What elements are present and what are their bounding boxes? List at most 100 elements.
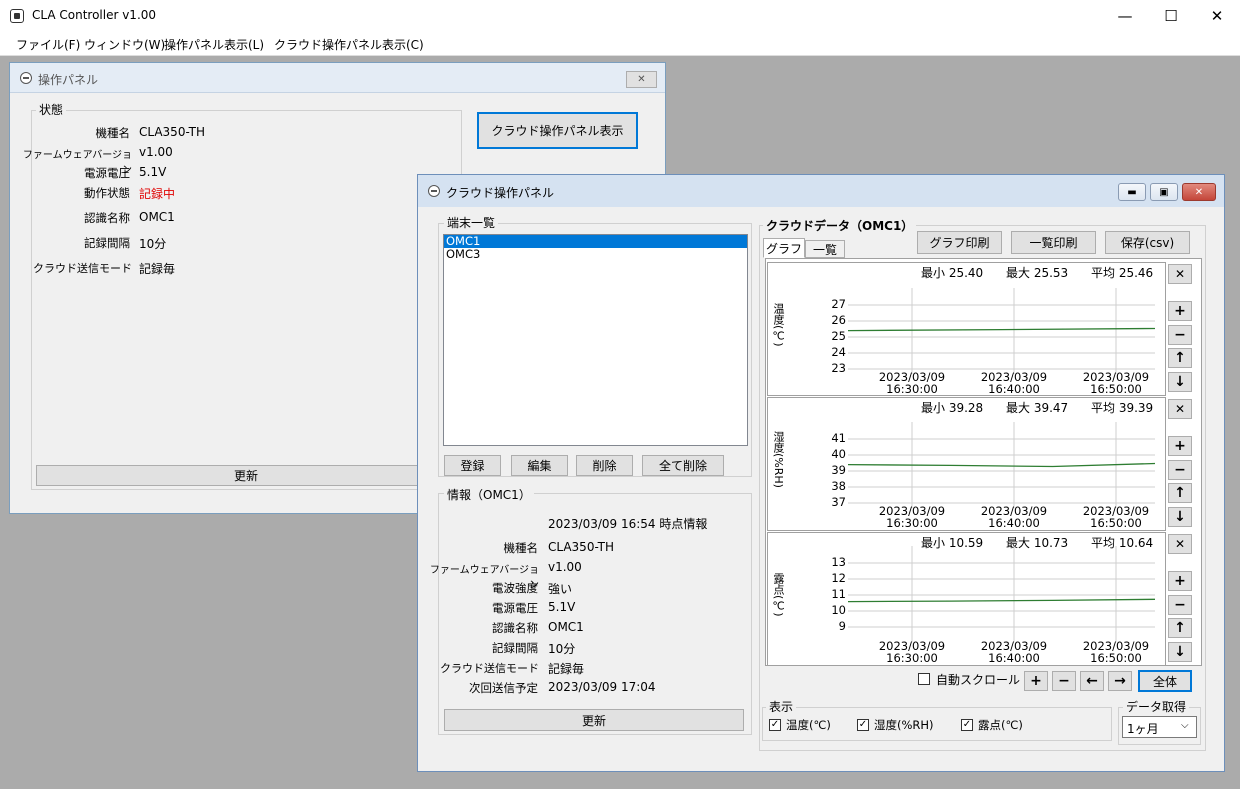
y-tick-label: 26 <box>831 313 846 327</box>
graph2-zoom-out-button[interactable]: − <box>1168 460 1192 480</box>
operation-panel-titlebar <box>10 63 665 93</box>
register-button[interactable]: 登録 <box>444 455 501 476</box>
cloud-panel-icon <box>428 185 440 197</box>
list-item[interactable]: OMC1 <box>444 235 747 248</box>
graph2-zoom-in-button[interactable]: + <box>1168 436 1192 456</box>
field-value: CLA350-TH <box>139 125 206 139</box>
temperature-plot <box>848 288 1155 374</box>
info-label: 認識名称 <box>492 621 538 635</box>
tab-list[interactable]: 一覧 <box>805 240 845 258</box>
menu-operation-panel[interactable]: 操作パネル表示(L) <box>164 36 264 53</box>
stat-avg: 平均 25.46 <box>1091 266 1154 280</box>
save-csv-button[interactable]: 保存(csv) <box>1105 231 1190 254</box>
y-tick-label: 39 <box>831 463 846 477</box>
graph1-zoom-in-button[interactable]: + <box>1168 301 1192 321</box>
check-icon: ✓ <box>858 719 868 730</box>
menu-file[interactable]: ファイル(F) <box>16 36 80 53</box>
y-axis-label: 温度(℃) <box>772 303 785 347</box>
minimize-button[interactable]: — <box>1102 0 1148 32</box>
graph3-down-button[interactable]: ↓ <box>1168 642 1192 662</box>
status-group-label: 状態 <box>36 101 67 118</box>
graph3-zoom-in-button[interactable]: + <box>1168 571 1192 591</box>
fetch-group-label: データ取得 <box>1123 698 1190 715</box>
field-label: クラウド送信モード <box>33 262 132 275</box>
humidity-checkbox[interactable]: ✓ <box>857 719 869 731</box>
x-tick-label: 2023/03/09 16:40:00 <box>980 370 1048 396</box>
graph3-close-button[interactable]: ✕ <box>1168 534 1192 554</box>
delete-button[interactable]: 削除 <box>576 455 633 476</box>
y-tick-label: 41 <box>831 431 846 445</box>
nav-minus-button[interactable]: − <box>1052 671 1076 691</box>
cloud-panel-title: クラウド操作パネル <box>446 186 555 200</box>
cloud-panel-button[interactable]: クラウド操作パネル表示 <box>477 112 638 149</box>
nav-right-button[interactable]: → <box>1108 671 1132 691</box>
humidity-checkbox-label: 湿度(%RH) <box>874 718 934 732</box>
x-tick-label: 2023/03/09 16:30:00 <box>878 370 946 396</box>
edit-button[interactable]: 編集 <box>511 455 568 476</box>
operation-panel-title: 操作パネル <box>38 73 99 87</box>
graph3-zoom-out-button[interactable]: − <box>1168 595 1192 615</box>
terminal-group-label: 端末一覧 <box>444 214 499 231</box>
y-axis-label: 露点(℃) <box>772 573 785 617</box>
graph3-up-button[interactable]: ↑ <box>1168 618 1192 638</box>
operation-panel-update-button[interactable]: 更新 <box>36 465 456 486</box>
info-value: v1.00 <box>548 560 582 574</box>
graph1-up-button[interactable]: ↑ <box>1168 348 1192 368</box>
check-icon: ✓ <box>770 719 780 730</box>
nav-left-button[interactable]: ← <box>1080 671 1104 691</box>
auto-scroll-checkbox[interactable] <box>918 673 930 685</box>
view-all-button[interactable]: 全体 <box>1138 670 1192 692</box>
graph1-zoom-out-button[interactable]: − <box>1168 325 1192 345</box>
y-tick-label: 24 <box>831 345 846 359</box>
info-value: OMC1 <box>548 620 584 634</box>
list-print-button[interactable]: 一覧印刷 <box>1011 231 1096 254</box>
field-label: 動作状態 <box>84 186 130 200</box>
cloud-restore-button[interactable]: ▣ <box>1150 183 1178 201</box>
nav-plus-button[interactable]: + <box>1024 671 1048 691</box>
temperature-checkbox[interactable]: ✓ <box>769 719 781 731</box>
x-tick-label: 2023/03/09 16:50:00 <box>1082 639 1150 665</box>
graph1-down-button[interactable]: ↓ <box>1168 372 1192 392</box>
temperature-series-line <box>848 327 1155 332</box>
cloud-update-button[interactable]: 更新 <box>444 709 744 731</box>
y-tick-label: 11 <box>831 587 846 601</box>
field-value: 10分 <box>139 237 167 251</box>
maximize-button[interactable]: ☐ <box>1148 0 1194 32</box>
temperature-checkbox-label: 温度(℃) <box>786 718 831 732</box>
close-button[interactable]: ✕ <box>1194 0 1240 32</box>
x-tick-label: 2023/03/09 16:30:00 <box>878 639 946 665</box>
x-tick-label: 2023/03/09 16:50:00 <box>1082 504 1150 530</box>
dewpoint-checkbox[interactable]: ✓ <box>961 719 973 731</box>
stat-avg: 平均 39.39 <box>1091 401 1154 415</box>
y-tick-label: 12 <box>831 571 846 585</box>
info-value: 2023/03/09 17:04 <box>548 680 656 694</box>
y-axis-label: 湿度(%RH) <box>772 431 785 488</box>
graph2-down-button[interactable]: ↓ <box>1168 507 1192 527</box>
recording-status: 記録中 <box>139 187 176 201</box>
list-item[interactable]: OMC3 <box>444 248 747 261</box>
y-tick-label: 10 <box>831 603 846 617</box>
y-tick-label: 25 <box>831 329 846 343</box>
cloud-close-button[interactable]: ✕ <box>1182 183 1216 201</box>
app-title: CLA Controller v1.00 <box>32 8 157 22</box>
graph1-close-button[interactable]: ✕ <box>1168 264 1192 284</box>
graph2-close-button[interactable]: ✕ <box>1168 399 1192 419</box>
info-group-label: 情報（OMC1） <box>444 486 534 503</box>
info-value: 10分 <box>548 642 576 656</box>
operation-panel-close-button[interactable]: ✕ <box>626 71 657 88</box>
menu-cloud-panel[interactable]: クラウド操作パネル表示(C) <box>274 36 424 53</box>
cloud-minimize-button[interactable]: ▬ <box>1118 183 1146 201</box>
delete-all-button[interactable]: 全て削除 <box>642 455 724 476</box>
dewpoint-plot <box>848 546 1155 642</box>
fetch-period-select[interactable]: 1ヶ月 ⌵ <box>1122 716 1197 738</box>
graph2-up-button[interactable]: ↑ <box>1168 483 1192 503</box>
field-label: 電源電圧 <box>84 166 130 180</box>
info-value: CLA350-TH <box>548 540 615 554</box>
menu-window[interactable]: ウィンドウ(W) <box>84 36 165 53</box>
graph-print-button[interactable]: グラフ印刷 <box>917 231 1002 254</box>
cloud-panel-window: クラウド操作パネル ▬ ▣ ✕ 端末一覧 OMC1 OMC3 登録 編集 削除 … <box>417 174 1225 772</box>
terminal-list[interactable]: OMC1 OMC3 <box>443 234 748 446</box>
tab-graph[interactable]: グラフ <box>763 238 805 258</box>
stat-min: 最小 25.40 <box>921 266 984 280</box>
x-tick-label: 2023/03/09 16:40:00 <box>980 639 1048 665</box>
